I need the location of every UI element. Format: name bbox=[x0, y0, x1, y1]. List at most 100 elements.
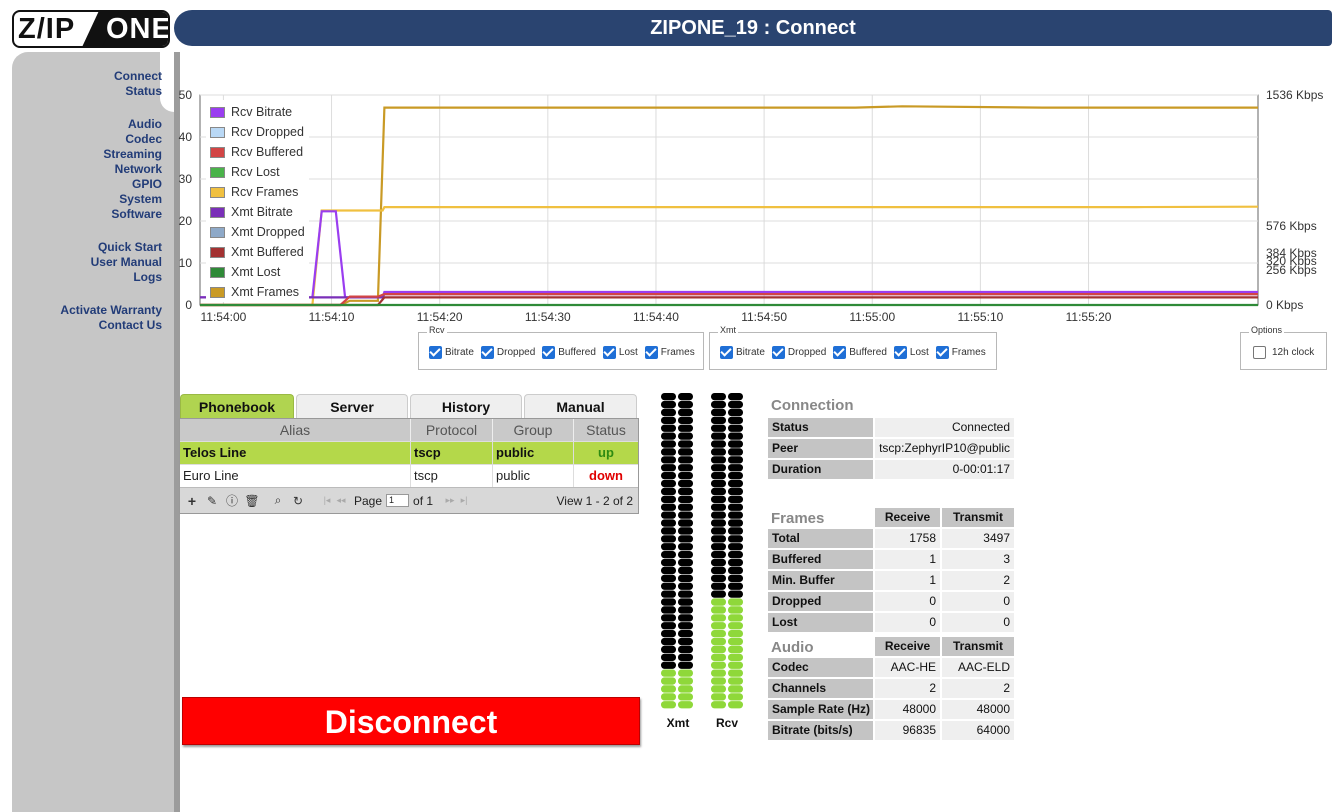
y-tick-label: 30 bbox=[179, 172, 193, 186]
search-icon[interactable]: ⌕ bbox=[268, 493, 288, 508]
next-page-icon[interactable]: ▸▸ bbox=[443, 495, 457, 506]
connection-row-status: Status Connected bbox=[767, 417, 1015, 438]
first-page-icon[interactable]: |◂ bbox=[320, 495, 334, 506]
disconnect-button[interactable]: Disconnect bbox=[182, 697, 640, 745]
rcv-meter-segment bbox=[711, 432, 726, 440]
stat-label: Dropped bbox=[767, 591, 874, 612]
col-status[interactable]: Status bbox=[574, 419, 638, 441]
xmt-meter-segment bbox=[678, 558, 693, 567]
xmt-dropped-checkbox[interactable] bbox=[771, 346, 785, 359]
xmt-meter-segment bbox=[661, 693, 676, 701]
stat-label: Min. Buffer bbox=[767, 570, 874, 591]
rcv-meter-segment bbox=[711, 558, 726, 567]
col-alias[interactable]: Alias bbox=[180, 419, 411, 441]
xmt-meter-segment bbox=[678, 582, 693, 590]
rcv-meter-segment bbox=[728, 511, 743, 519]
rcv-meter-segment bbox=[711, 527, 726, 535]
legend-label: Xmt Buffered bbox=[231, 245, 304, 259]
legend-swatch bbox=[210, 166, 225, 178]
frames-row: Dropped 0 0 bbox=[767, 591, 1015, 612]
add-icon[interactable]: + bbox=[182, 493, 202, 509]
xmt-meter-segment bbox=[678, 598, 693, 606]
rcv-frames-checkbox[interactable] bbox=[644, 346, 658, 359]
xmt-meter-segment bbox=[661, 701, 676, 709]
rcv-dropped-checkbox[interactable] bbox=[480, 346, 494, 359]
xmt-buffered-checkbox[interactable] bbox=[833, 346, 847, 359]
stat-receive: 0 bbox=[874, 612, 941, 633]
xmt-meter-segment bbox=[678, 669, 693, 677]
page-input[interactable]: 1 bbox=[386, 494, 410, 507]
x-tick-label: 11:54:30 bbox=[525, 310, 571, 324]
xmt-meter-segment bbox=[661, 637, 676, 646]
table-row[interactable]: Telos Line tscp public up bbox=[180, 441, 638, 464]
rcv-meter-segment bbox=[728, 701, 743, 709]
xmt-meter-segment bbox=[678, 440, 693, 448]
rcv-meter-segment bbox=[728, 432, 743, 440]
stat-transmit: 0 bbox=[941, 612, 1015, 633]
legend-label: Rcv Frames bbox=[231, 185, 299, 199]
xmt-lost-checkbox[interactable] bbox=[893, 346, 907, 359]
rcv-meter-segment bbox=[711, 408, 726, 417]
tab-history[interactable]: History bbox=[410, 394, 522, 418]
xmt-meter-segment bbox=[678, 432, 693, 440]
table-row[interactable]: Euro Line tscp public down bbox=[180, 464, 638, 487]
row-status-up: up bbox=[598, 445, 614, 460]
stat-transmit: 2 bbox=[941, 570, 1015, 591]
page-of: of 1 bbox=[413, 493, 434, 508]
12h-clock-label: 12h clock bbox=[1272, 347, 1315, 358]
xmt-bitrate-checkbox[interactable] bbox=[720, 346, 733, 359]
xmt-meter-segment bbox=[661, 661, 676, 669]
tab-server[interactable]: Server bbox=[296, 394, 408, 418]
xmt-meter-segment bbox=[661, 464, 676, 472]
edit-icon[interactable]: ✎ bbox=[202, 494, 222, 508]
rcv-meter-segment bbox=[711, 543, 726, 551]
xmt-meter-segment bbox=[678, 448, 693, 456]
rcv-meter-segment bbox=[711, 416, 726, 424]
stat-transmit: 64000 bbox=[941, 720, 1015, 741]
stat-transmit: 2 bbox=[941, 678, 1015, 699]
legend-item: Rcv Dropped bbox=[210, 122, 305, 142]
rcv-meter-segment bbox=[728, 535, 743, 543]
legend-item: Xmt Bitrate bbox=[210, 202, 305, 222]
rcv-meter-segment bbox=[728, 661, 743, 669]
xmt-series-toggles: Xmt Bitrate Dropped Buffered Lost Frames bbox=[709, 325, 997, 370]
xmt-frames-checkbox[interactable] bbox=[935, 346, 949, 359]
tab-manual[interactable]: Manual bbox=[524, 394, 637, 418]
y-right-tick-label: 0 Kbps bbox=[1266, 298, 1303, 312]
xmt-meter-segment bbox=[678, 543, 693, 551]
rcv-meter-segment bbox=[711, 574, 726, 582]
stream-statistics-chart: 0 10 20 30 40 50 11:54:00 11:54:10 11:54:20 11:54… bbox=[179, 88, 1324, 324]
checkbox-label: Lost bbox=[618, 347, 638, 358]
grid-pager: + ✎ ⓘ 🗑 ⌕ ↻ |◂ ◂◂ Page 1 of 1 ▸▸ ▸| View… bbox=[180, 487, 638, 513]
chart-legend: Rcv Bitrate Rcv Dropped Rcv Buffered Rcv Lo… bbox=[206, 100, 309, 302]
stat-label: Codec bbox=[767, 657, 874, 678]
col-protocol[interactable]: Protocol bbox=[411, 419, 493, 441]
prev-page-icon[interactable]: ◂◂ bbox=[334, 495, 348, 506]
rcv-meter-segment bbox=[711, 606, 726, 614]
rcv-series-toggles: Rcv Bitrate Dropped Buffered Lost Frames bbox=[418, 325, 704, 370]
12h-clock-checkbox[interactable] bbox=[1253, 346, 1266, 359]
audio-table: Audio Receive Transmit Codec AAC-HE AAC-EL… bbox=[767, 636, 1015, 741]
rcv-meter-segment bbox=[711, 590, 726, 598]
rcv-meter-segment bbox=[728, 566, 743, 575]
xmt-meter-segment bbox=[661, 527, 676, 535]
col-group[interactable]: Group bbox=[493, 419, 574, 441]
audio-head-transmit: Transmit bbox=[941, 636, 1015, 657]
last-page-icon[interactable]: ▸| bbox=[457, 495, 471, 506]
xmt-meter-segment bbox=[661, 677, 676, 685]
rcv-lost-checkbox[interactable] bbox=[602, 346, 616, 359]
rcv-bitrate-checkbox[interactable] bbox=[429, 346, 442, 359]
delete-icon[interactable]: 🗑 bbox=[242, 494, 262, 508]
y-right-tick-label: 576 Kbps bbox=[1266, 219, 1317, 233]
xmt-meter-segment bbox=[678, 400, 693, 409]
rcv-buffered-checkbox[interactable] bbox=[542, 346, 556, 359]
checkbox-label: Bitrate bbox=[736, 347, 765, 358]
refresh-icon[interactable]: ↻ bbox=[288, 494, 308, 508]
frames-row: Lost 0 0 bbox=[767, 612, 1015, 633]
row-group: public bbox=[493, 465, 574, 487]
info-icon[interactable]: ⓘ bbox=[222, 492, 242, 509]
tab-phonebook[interactable]: Phonebook bbox=[180, 394, 294, 418]
rcv-meter-segment bbox=[728, 653, 743, 661]
rcv-meter-segment bbox=[728, 400, 743, 409]
rcv-meter-segment bbox=[711, 551, 726, 559]
